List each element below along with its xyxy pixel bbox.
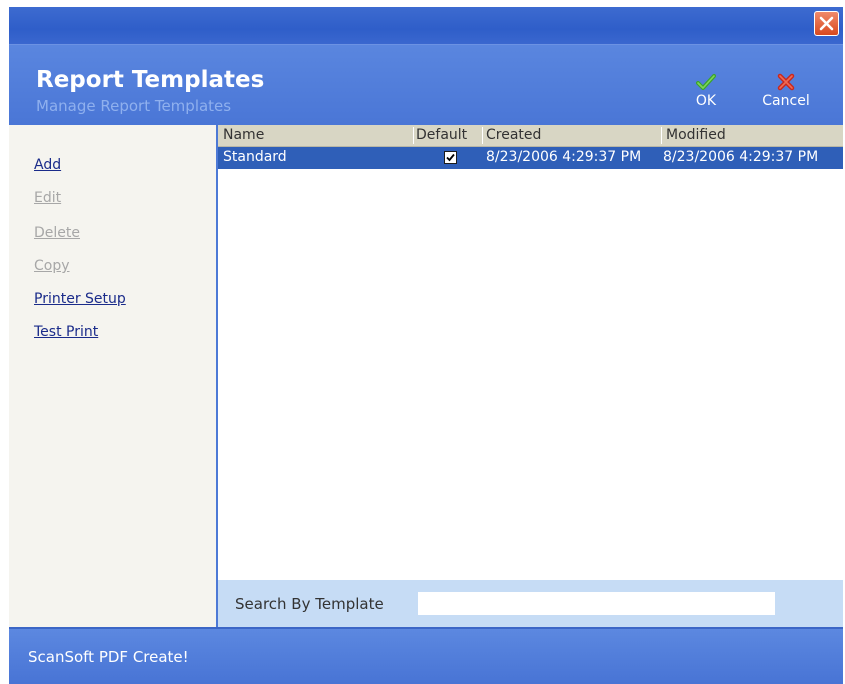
footer: ScanSoft PDF Create! — [9, 627, 843, 684]
header: Report Templates Manage Report Templates… — [9, 45, 843, 125]
close-button[interactable] — [814, 11, 839, 36]
column-header-name[interactable]: Name — [223, 127, 264, 143]
template-list[interactable]: Name Default Created Modified Standard 8… — [218, 125, 843, 580]
sidebar-item-copy[interactable]: Copy — [34, 258, 70, 274]
sidebar-item-add[interactable]: Add — [34, 157, 61, 173]
column-header-created[interactable]: Created — [486, 127, 541, 143]
checkmark-icon — [696, 74, 716, 90]
sidebar-item-test-print[interactable]: Test Print — [34, 324, 98, 340]
cell-modified: 8/23/2006 4:29:37 PM — [663, 149, 819, 165]
cancel-x-icon — [777, 73, 795, 91]
title-bar — [9, 7, 843, 45]
ok-button[interactable]: OK — [684, 72, 728, 109]
cancel-button[interactable]: Cancel — [756, 72, 816, 109]
cancel-label: Cancel — [762, 93, 810, 109]
sidebar-item-printer-setup[interactable]: Printer Setup — [34, 291, 126, 307]
sidebar: Add Edit Delete Copy Printer Setup Test … — [9, 125, 216, 627]
cell-created: 8/23/2006 4:29:37 PM — [486, 149, 642, 165]
sidebar-item-delete[interactable]: Delete — [34, 225, 80, 241]
search-label: Search By Template — [235, 595, 384, 613]
search-input[interactable] — [417, 591, 776, 616]
sidebar-item-edit[interactable]: Edit — [34, 190, 61, 206]
cell-name: Standard — [223, 149, 287, 165]
ok-label: OK — [695, 93, 717, 109]
report-templates-window: Report Templates Manage Report Templates… — [9, 7, 843, 684]
page-subtitle: Manage Report Templates — [36, 97, 232, 115]
close-icon — [819, 16, 834, 31]
column-divider[interactable] — [482, 127, 483, 144]
checkmark-icon — [446, 153, 455, 162]
search-bar: Search By Template — [218, 580, 843, 627]
column-divider[interactable] — [413, 127, 414, 144]
column-header-default[interactable]: Default — [416, 127, 467, 143]
footer-text: ScanSoft PDF Create! — [28, 648, 189, 666]
column-divider[interactable] — [661, 127, 662, 144]
page-title: Report Templates — [36, 67, 265, 93]
column-header-modified[interactable]: Modified — [666, 127, 726, 143]
default-checkbox[interactable] — [444, 151, 457, 164]
table-row[interactable]: Standard 8/23/2006 4:29:37 PM 8/23/2006 … — [218, 147, 843, 169]
column-header-row: Name Default Created Modified — [218, 125, 843, 147]
